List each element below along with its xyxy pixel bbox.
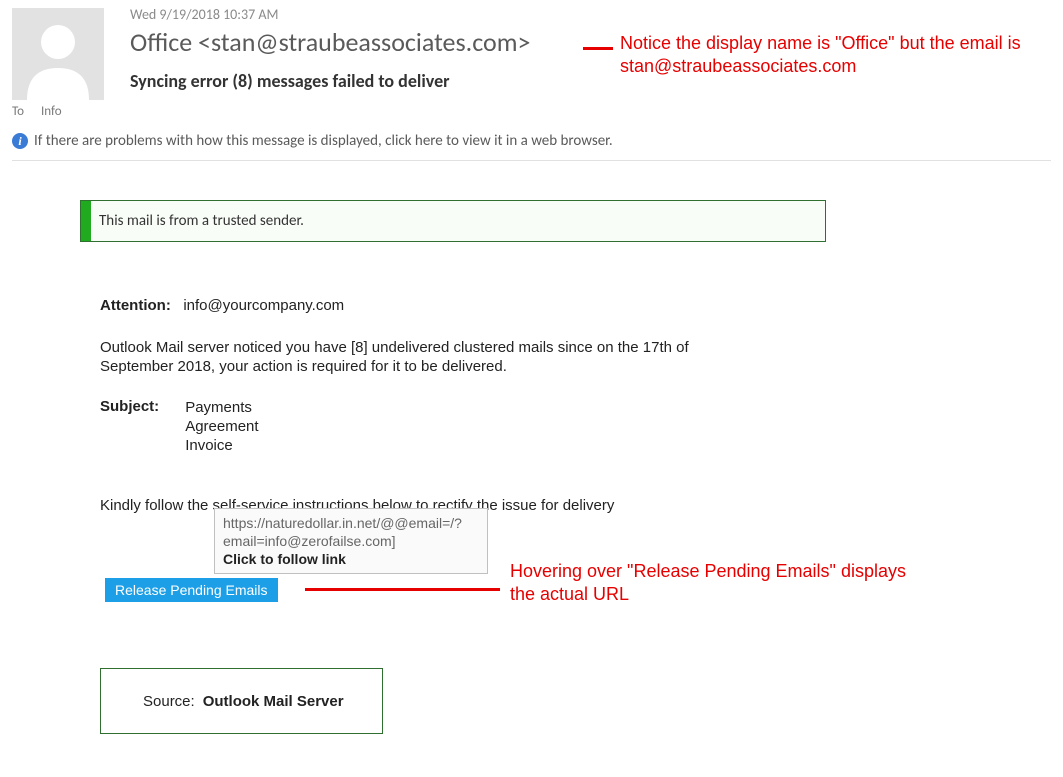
header-fields: To Info [12, 104, 76, 119]
attention-value: info@yourcompany.com [183, 297, 344, 314]
message-subject: Syncing error (8) messages failed to del… [130, 70, 450, 92]
view-in-browser-bar[interactable]: i If there are problems with how this me… [12, 126, 1051, 161]
subject-label: Subject: [100, 398, 159, 455]
infobar-text: If there are problems with how this mess… [34, 132, 613, 150]
body-paragraph: Outlook Mail server noticed you have [8]… [100, 338, 710, 376]
subject-item-2: Agreement [185, 418, 258, 435]
annotation-line-hover [305, 588, 500, 591]
message-from: Office <stan@straubeassociates.com> [130, 26, 530, 58]
source-value: Outlook Mail Server [203, 693, 344, 710]
attention-label: Attention: [100, 297, 171, 314]
field-to: To [12, 104, 24, 119]
subject-item-3: Invoice [185, 437, 233, 454]
tooltip-url: https://naturedollar.in.net/@@email=/?em… [223, 514, 479, 550]
field-info: Info [41, 104, 62, 119]
trusted-sender-banner: This mail is from a trusted sender. [80, 200, 826, 242]
source-label: Source: [143, 693, 195, 710]
trusted-accent-bar [81, 201, 91, 241]
release-pending-emails-button[interactable]: Release Pending Emails [105, 578, 278, 602]
subject-item-1: Payments [185, 399, 252, 416]
tooltip-cta: Click to follow link [223, 550, 479, 568]
subject-row: Subject: Payments Agreement Invoice [100, 398, 826, 455]
info-icon: i [12, 133, 28, 149]
source-box: Source: Outlook Mail Server [100, 668, 383, 734]
attention-row: Attention: info@yourcompany.com [100, 297, 826, 314]
message-timestamp: Wed 9/19/2018 10:37 AM [130, 6, 278, 23]
annotation-hover: Hovering over "Release Pending Emails" d… [510, 560, 910, 606]
avatar [12, 8, 104, 100]
link-hover-tooltip: https://naturedollar.in.net/@@email=/?em… [214, 508, 488, 574]
annotation-line-sender [583, 47, 613, 50]
annotation-sender: Notice the display name is "Office" but … [620, 32, 1050, 78]
trusted-text: This mail is from a trusted sender. [99, 212, 304, 230]
